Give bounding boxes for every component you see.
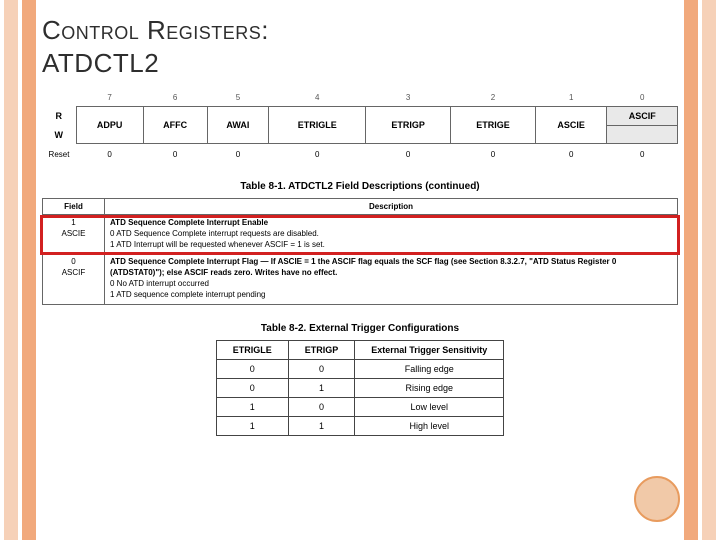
decor-stripe-right-outer xyxy=(702,0,716,540)
table-row: 0 1 Rising edge xyxy=(216,378,504,397)
bit-number-row: 7 6 5 4 3 2 1 0 xyxy=(42,89,678,107)
bit-cell: ASCIE xyxy=(535,107,607,144)
bit-num: 2 xyxy=(451,89,536,107)
reset-val: 0 xyxy=(451,144,536,164)
table-caption-1: Table 8-1. ATDCTL2 Field Descriptions (c… xyxy=(42,181,678,192)
reset-val: 0 xyxy=(207,144,269,164)
field-description-wrap: Field Description 1 ASCIE ATD Sequence C… xyxy=(42,198,678,305)
field-bit: 1 xyxy=(48,218,99,229)
reset-val: 0 xyxy=(143,144,207,164)
register-bit-table: 7 6 5 4 3 2 1 0 R ADPU AFFC AWAI ETRIGLE… xyxy=(42,89,678,163)
bit-num: 0 xyxy=(607,89,678,107)
slide-content: Control Registers: ATDCTL2 7 6 5 4 3 2 1… xyxy=(42,14,678,530)
reset-row: Reset 0 0 0 0 0 0 0 0 xyxy=(42,144,678,164)
bit-num: 6 xyxy=(143,89,207,107)
reset-val: 0 xyxy=(535,144,607,164)
desc-line: 0 No ATD interrupt occurred xyxy=(110,279,672,290)
col-head-description: Description xyxy=(105,199,678,215)
row-head-r: R xyxy=(42,107,76,126)
table-row: 0 ASCIF ATD Sequence Complete Interrupt … xyxy=(43,254,678,304)
col-head-etrigle: ETRIGLE xyxy=(216,340,288,359)
cell: 0 xyxy=(216,378,288,397)
field-cell: 0 ASCIF xyxy=(43,254,105,304)
table-header-row: ETRIGLE ETRIGP External Trigger Sensitiv… xyxy=(216,340,504,359)
desc-line: ATD Sequence Complete Interrupt Flag — I… xyxy=(110,257,672,279)
bit-cell: ETRIGE xyxy=(451,107,536,144)
decor-stripe-left-inner xyxy=(22,0,36,540)
field-bit: 0 xyxy=(48,257,99,268)
title-line-2: ATDCTL2 xyxy=(42,48,159,78)
table-row: 1 1 High level xyxy=(216,416,504,435)
bit-cell-ascif-write xyxy=(607,126,678,144)
cell: 1 xyxy=(216,397,288,416)
table-caption-2: Table 8-2. External Trigger Configuratio… xyxy=(42,323,678,334)
bit-cell-ascif-read: ASCIF xyxy=(607,107,678,126)
read-row: R ADPU AFFC AWAI ETRIGLE ETRIGP ETRIGE A… xyxy=(42,107,678,126)
desc-line: 1 ATD Interrupt will be requested whenev… xyxy=(110,240,672,251)
desc-line: 1 ATD sequence complete interrupt pendin… xyxy=(110,290,672,301)
slide-title: Control Registers: ATDCTL2 xyxy=(42,14,678,79)
bit-num: 3 xyxy=(366,89,451,107)
desc-line-bold: ATD Sequence Complete Interrupt Flag — I… xyxy=(110,257,616,277)
decor-stripe-right-inner xyxy=(684,0,698,540)
cell: 1 xyxy=(288,416,355,435)
description-cell: ATD Sequence Complete Interrupt Flag — I… xyxy=(105,254,678,304)
reset-val: 0 xyxy=(366,144,451,164)
bit-cell: AFFC xyxy=(143,107,207,144)
row-head-w: W xyxy=(42,126,76,144)
bit-cell: ADPU xyxy=(76,107,143,144)
bit-num: 1 xyxy=(535,89,607,107)
field-cell: 1 ASCIE xyxy=(43,215,105,254)
title-line-1: Control Registers: xyxy=(42,15,269,45)
decor-stripe-left-outer xyxy=(4,0,18,540)
field-name: ASCIF xyxy=(48,268,99,279)
col-head-etrigp: ETRIGP xyxy=(288,340,355,359)
table-row: 1 0 Low level xyxy=(216,397,504,416)
table-row: 1 ASCIE ATD Sequence Complete Interrupt … xyxy=(43,215,678,254)
bit-cell: ETRIGLE xyxy=(269,107,366,144)
bit-num: 5 xyxy=(207,89,269,107)
bit-cell: AWAI xyxy=(207,107,269,144)
cell: 0 xyxy=(288,359,355,378)
cell: High level xyxy=(355,416,504,435)
bit-cell: ETRIGP xyxy=(366,107,451,144)
cell: Low level xyxy=(355,397,504,416)
col-head-field: Field xyxy=(43,199,105,215)
col-head-sensitivity: External Trigger Sensitivity xyxy=(355,340,504,359)
bit-num: 4 xyxy=(269,89,366,107)
cell: Falling edge xyxy=(355,359,504,378)
bit-num: 7 xyxy=(76,89,143,107)
cell: 0 xyxy=(216,359,288,378)
table-row: 0 0 Falling edge xyxy=(216,359,504,378)
reset-val: 0 xyxy=(607,144,678,164)
cell: 1 xyxy=(216,416,288,435)
trigger-config-table: ETRIGLE ETRIGP External Trigger Sensitiv… xyxy=(216,340,505,436)
field-description-table: Field Description 1 ASCIE ATD Sequence C… xyxy=(42,198,678,305)
cell: 0 xyxy=(288,397,355,416)
description-cell: ATD Sequence Complete Interrupt Enable 0… xyxy=(105,215,678,254)
field-name: ASCIE xyxy=(48,229,99,240)
table-header-row: Field Description xyxy=(43,199,678,215)
cell: 1 xyxy=(288,378,355,397)
reset-val: 0 xyxy=(76,144,143,164)
desc-line: 0 ATD Sequence Complete interrupt reques… xyxy=(110,229,672,240)
cell: Rising edge xyxy=(355,378,504,397)
row-head-reset: Reset xyxy=(42,144,76,164)
desc-line: ATD Sequence Complete Interrupt Enable xyxy=(110,218,672,229)
reset-val: 0 xyxy=(269,144,366,164)
